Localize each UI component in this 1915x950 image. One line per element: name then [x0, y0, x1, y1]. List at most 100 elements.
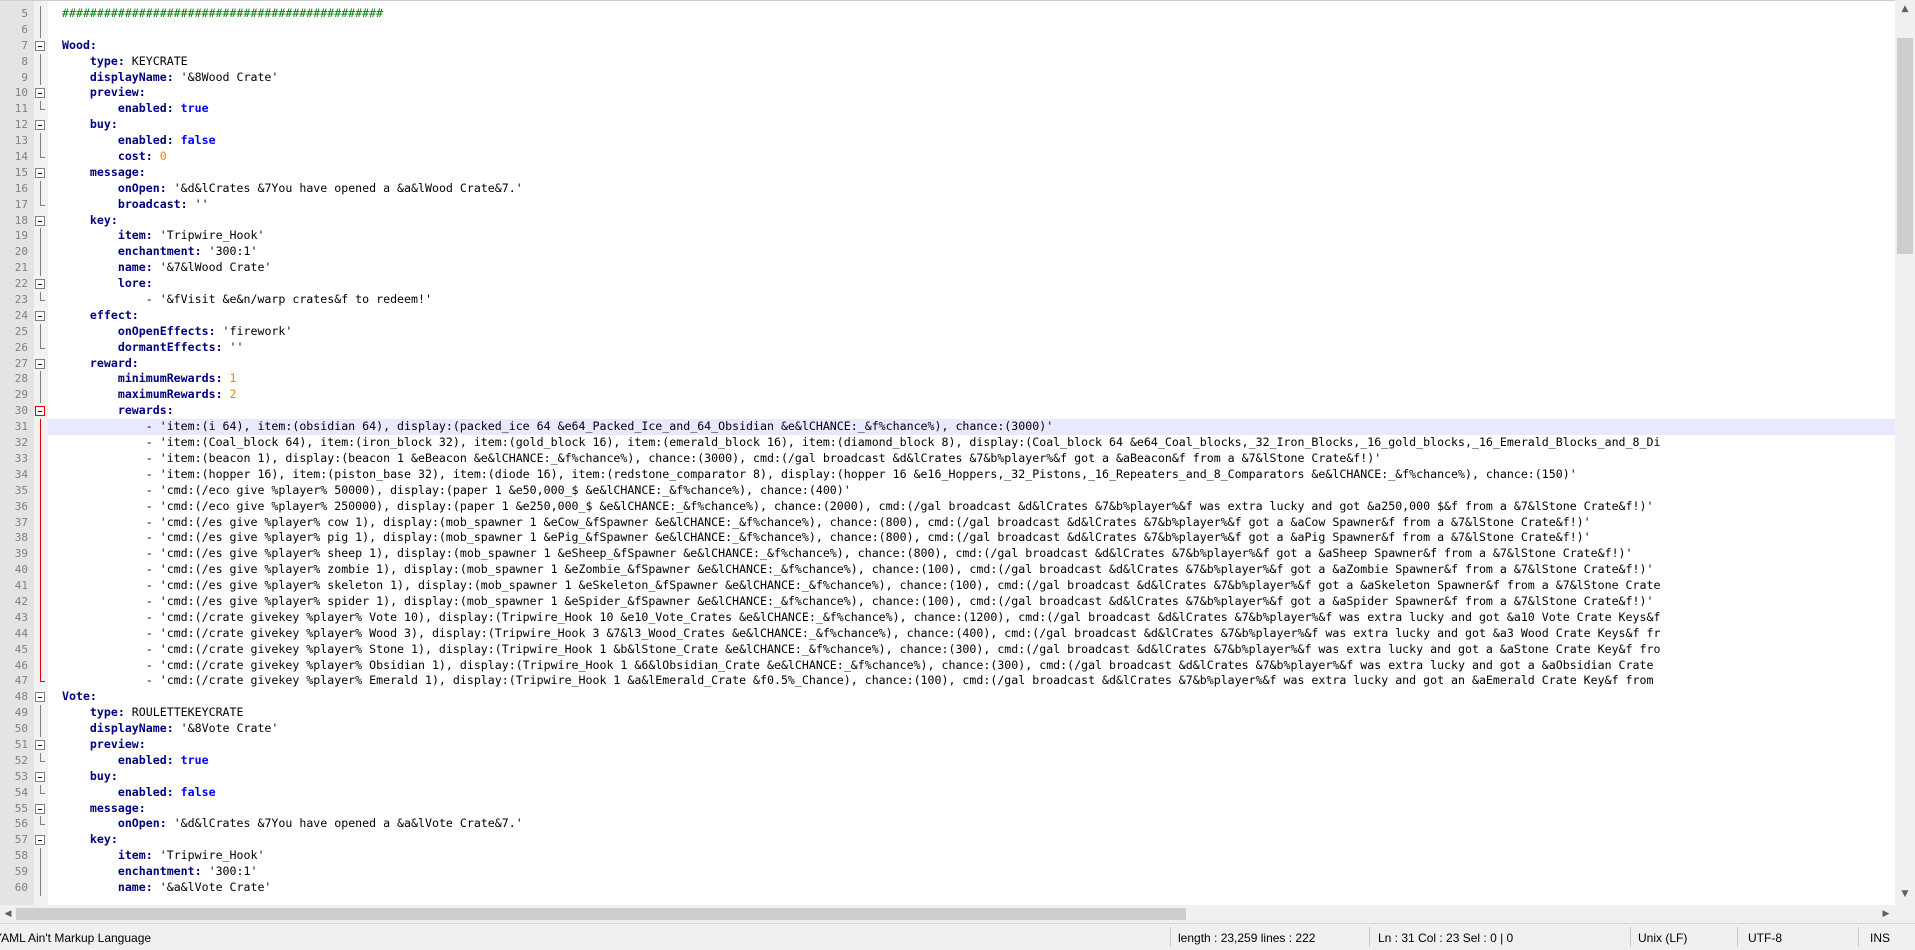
code-line[interactable]: 43 - 'cmd:(/crate givekey %player% Vote … [15, 609, 1895, 626]
scroll-right-icon[interactable]: ▶ [1881, 909, 1891, 919]
scroll-up-icon[interactable]: ▲ [1900, 4, 1910, 14]
horizontal-scrollbar[interactable]: ◀ ▶ [0, 905, 1895, 923]
code-line[interactable]: 54 enabled: false [15, 784, 1895, 801]
code-line[interactable]: 47 - 'cmd:(/crate givekey %player% Emera… [15, 673, 1895, 689]
yaml-value [62, 562, 146, 576]
code-line[interactable]: 28 minimumRewards: 1 [15, 371, 1895, 388]
code-line[interactable]: 57 key: [15, 832, 1895, 848]
code-line[interactable]: 46 - 'cmd:(/crate givekey %player% Obsid… [15, 657, 1895, 674]
code-line[interactable]: 29 maximumRewards: 2 [15, 387, 1895, 404]
code-line[interactable]: 17 broadcast: '' [15, 196, 1895, 213]
status-separator [1369, 927, 1370, 947]
fold-toggle-icon[interactable] [33, 85, 47, 101]
code-line[interactable]: 25 onOpenEffects: 'firework' [15, 323, 1895, 340]
code-line[interactable]: 14 cost: 0 [15, 149, 1895, 165]
code-line[interactable]: 26 dormantEffects: '' [15, 339, 1895, 356]
code-line[interactable]: 15 message: [15, 165, 1895, 181]
code-line[interactable]: 60 name: '&a&lVote Crate' [15, 879, 1895, 896]
code-line[interactable]: 9 displayName: '&8Wood Crate' [21, 69, 1895, 86]
code-line[interactable]: 59 enchantment: '300:1' [15, 864, 1895, 880]
code-line[interactable]: 12 buy: [15, 117, 1895, 133]
code-line[interactable]: 11 enabled: true [15, 101, 1895, 117]
line-text: - 'cmd:(/eco give %player% 50000), displ… [48, 483, 851, 497]
code-line[interactable]: 37 - 'cmd:(/es give %player% cow 1), dis… [15, 514, 1895, 531]
code-line[interactable]: 27 reward: [15, 356, 1895, 372]
fold-toggle-icon[interactable] [33, 403, 47, 419]
yaml-key: type: [89, 53, 125, 68]
code-line[interactable]: 24 effect: [15, 308, 1895, 324]
yaml-key: enabled: [117, 752, 174, 767]
line-text: - 'cmd:(/crate givekey %player% Stone 1)… [48, 642, 1661, 656]
fold-toggle-icon[interactable] [33, 832, 47, 848]
yaml-value: - 'cmd:(/es give %player% zombie 1), dis… [145, 562, 1654, 577]
code-line[interactable]: 22 lore: [15, 276, 1895, 292]
code-line[interactable]: 16 onOpen: '&d&lCrates &7You have opened… [15, 180, 1895, 197]
yaml-value: 'Tripwire_Hook' [152, 848, 265, 863]
code-line[interactable]: 18 key: [15, 213, 1895, 229]
code-line[interactable]: 55 message: [15, 801, 1895, 817]
code-line[interactable]: 39 - 'cmd:(/es give %player% sheep 1), d… [15, 546, 1895, 563]
line-number: 11 [14, 102, 28, 116]
code-area[interactable]: 5 #######################################… [15, 6, 1895, 896]
yaml-key: rewards: [117, 403, 174, 418]
code-line[interactable]: 34 - 'item:(hopper 16), item:(piston_bas… [15, 466, 1895, 483]
code-line[interactable]: 35 - 'cmd:(/eco give %player% 50000), di… [15, 482, 1895, 499]
fold-toggle-icon[interactable] [33, 689, 47, 705]
code-line[interactable]: 56 onOpen: '&d&lCrates &7You have opened… [15, 816, 1895, 832]
fold-toggle-icon[interactable] [33, 276, 47, 292]
code-line[interactable]: 21 name: '&7&lWood Crate' [15, 260, 1895, 277]
code-line[interactable]: 10 preview: [15, 85, 1895, 101]
code-line[interactable]: 38 - 'cmd:(/es give %player% pig 1), dis… [15, 530, 1895, 547]
code-line[interactable]: 50 displayName: '&8Vote Crate' [15, 721, 1895, 737]
scroll-down-icon[interactable]: ▼ [1900, 889, 1910, 899]
fold-toggle-icon[interactable] [33, 165, 47, 181]
fold-toggle-icon[interactable] [33, 737, 47, 753]
code-line[interactable]: 42 - 'cmd:(/es give %player% spider 1), … [15, 593, 1895, 610]
code-line[interactable]: 45 - 'cmd:(/crate givekey %player% Stone… [15, 641, 1895, 658]
fold-toggle-icon[interactable] [33, 308, 47, 324]
code-line[interactable]: 30 rewards: [15, 403, 1895, 419]
line-number: 7 [21, 38, 28, 52]
yaml-value: - 'item:(i 64), item:(obsidian 64), disp… [145, 419, 1054, 434]
yaml-value: false [173, 133, 216, 148]
vertical-scrollbar[interactable]: ▲ ▼ [1895, 0, 1915, 905]
code-line[interactable]: 23 - '&fVisit &e&n/warp crates&f to rede… [15, 292, 1895, 308]
horizontal-scroll-thumb[interactable] [16, 908, 1186, 920]
fold-toggle-icon[interactable] [33, 117, 47, 133]
code-line[interactable]: 33 - 'item:(beacon 1), display:(beacon 1… [15, 450, 1895, 467]
fold-toggle-icon[interactable] [33, 38, 47, 54]
line-number: 17 [14, 197, 28, 211]
scroll-left-icon[interactable]: ◀ [3, 909, 13, 919]
fold-guide [33, 180, 47, 197]
code-line[interactable]: 13 enabled: false [15, 133, 1895, 149]
code-line[interactable]: 8 type: KEYCRATE [21, 53, 1895, 70]
line-text: lore: [48, 276, 153, 290]
code-line[interactable]: 53 buy: [15, 769, 1895, 785]
line-number: 51 [14, 737, 28, 751]
code-line[interactable]: 31 - 'item:(i 64), item:(obsidian 64), d… [15, 419, 1895, 436]
code-line[interactable]: 5 #######################################… [21, 6, 1895, 22]
code-line[interactable]: 7 Wood: [21, 38, 1895, 54]
vertical-scroll-thumb[interactable] [1897, 38, 1913, 254]
fold-toggle-icon[interactable] [33, 801, 47, 817]
scrollbar-corner [1895, 905, 1915, 923]
fold-toggle-icon[interactable] [33, 769, 47, 785]
code-line[interactable]: 49 type: ROULETTEKEYCRATE [15, 705, 1895, 721]
code-line[interactable]: 51 preview: [15, 737, 1895, 753]
code-editor[interactable]: 5 #######################################… [0, 0, 1895, 906]
code-line[interactable]: 52 enabled: true [15, 752, 1895, 769]
code-line[interactable]: 36 - 'cmd:(/eco give %player% 250000), d… [15, 498, 1895, 515]
code-line[interactable]: 58 item: 'Tripwire_Hook' [15, 848, 1895, 864]
fold-toggle-icon[interactable] [33, 356, 47, 372]
code-line[interactable]: 20 enchantment: '300:1' [15, 244, 1895, 261]
yaml-key: displayName: [89, 69, 174, 84]
line-number: 59 [14, 865, 28, 879]
code-line[interactable]: 32 - 'item:(Coal_block 64), item:(iron_b… [15, 435, 1895, 451]
code-line[interactable]: 6 [21, 21, 1895, 38]
code-line[interactable]: 40 - 'cmd:(/es give %player% zombie 1), … [15, 562, 1895, 578]
fold-toggle-icon[interactable] [33, 213, 47, 229]
code-line[interactable]: 41 - 'cmd:(/es give %player% skeleton 1)… [15, 578, 1895, 594]
code-line[interactable]: 48 Vote: [15, 689, 1895, 705]
code-line[interactable]: 19 item: 'Tripwire_Hook' [15, 228, 1895, 245]
code-line[interactable]: 44 - 'cmd:(/crate givekey %player% Wood … [15, 625, 1895, 642]
